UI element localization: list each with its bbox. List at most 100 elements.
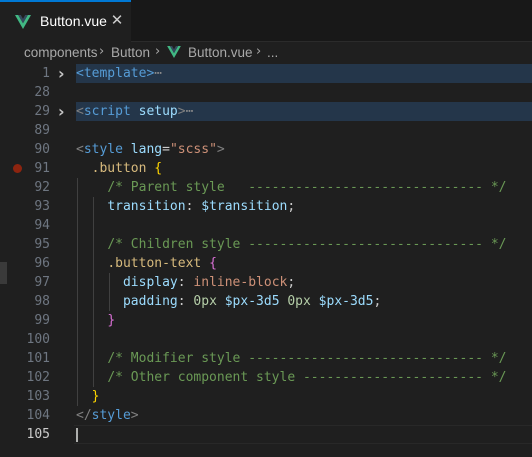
code-token: "scss" (169, 142, 217, 157)
code-token: > (177, 104, 186, 119)
line-number: 102 (26, 370, 50, 385)
code-line[interactable]: 90 <style lang="scss"> (0, 140, 532, 159)
code-token: { (209, 256, 217, 271)
code-text: .button-text { (76, 254, 217, 273)
code-line[interactable]: 105 (0, 425, 532, 444)
line-number: 95 (34, 237, 50, 252)
code-line[interactable]: 1 › <template>⋯ (0, 64, 532, 83)
line-number: 101 (26, 351, 50, 366)
code-line[interactable]: 89 (0, 121, 532, 140)
code-text: <script setup>⋯ (76, 102, 532, 121)
code-text: } (76, 311, 115, 330)
code-line[interactable]: 94 (0, 216, 532, 235)
code-line[interactable]: 91 .button { (0, 159, 532, 178)
code-token: display (122, 275, 178, 290)
line-number: 89 (34, 123, 50, 138)
code-token: } (91, 389, 100, 404)
line-number: 28 (34, 85, 50, 100)
vue-logo-icon (15, 15, 31, 29)
code-text: transition: $transition; (76, 197, 295, 216)
close-icon[interactable]: ✕ (108, 11, 126, 29)
code-line[interactable]: 100 (0, 330, 532, 349)
code-text: } (76, 387, 100, 406)
code-line[interactable]: 98 padding: 0px $px-3d5 0px $px-3d5; (0, 292, 532, 311)
code-token: : (177, 294, 194, 309)
code-line[interactable]: 103 } (0, 387, 532, 406)
code-token: lang (130, 142, 163, 157)
line-number: 103 (26, 389, 50, 404)
code-text: padding: 0px $px-3d5 0px $px-3d5; (76, 292, 381, 311)
code-token: ⋯ (185, 104, 194, 119)
code-token: : (177, 275, 194, 290)
code-line[interactable]: 104 </style> (0, 406, 532, 425)
code-token: < (76, 142, 84, 157)
code-text: display: inline-block; (76, 273, 295, 292)
code-line[interactable]: 96 .button-text { (0, 254, 532, 273)
code-line[interactable]: 28 (0, 83, 532, 102)
code-token: > (216, 142, 225, 157)
code-token: { (154, 161, 163, 176)
code-token: inline-block (193, 275, 288, 290)
code-token: <template> (76, 66, 155, 81)
breadcrumb-item-symbol[interactable]: ... (267, 45, 278, 60)
code-token: ; (287, 275, 296, 290)
tab-button-vue[interactable]: Button.vue ✕ (0, 0, 131, 42)
code-token: $px-3d5 (318, 294, 374, 309)
breadcrumb: components › Button › Button.vue › ... (0, 42, 532, 64)
code-line[interactable]: 95 /* Children style -------------------… (0, 235, 532, 254)
code-line[interactable]: 29 › <script setup>⋯ (0, 102, 532, 121)
code-token: .button-text (107, 256, 202, 271)
code-token: /* Parent style ------------------------… (107, 180, 507, 195)
code-token: style (91, 408, 131, 423)
line-number: 93 (34, 199, 50, 214)
code-token: setup (138, 104, 178, 119)
code-token: script (83, 104, 131, 119)
line-number: 105 (26, 427, 50, 442)
code-text: <style lang="scss"> (76, 140, 225, 159)
code-line[interactable]: 93 transition: $transition; (0, 197, 532, 216)
code-editor[interactable]: 1 › <template>⋯ 28 29 › <script setup>⋯ 89 90 <st… (0, 64, 532, 457)
code-text: </style> (76, 406, 139, 425)
chevron-right-icon: › (155, 44, 161, 59)
code-line[interactable]: 101 /* Modifier style ------------------… (0, 349, 532, 368)
code-token: /* Children style ----------------------… (107, 237, 507, 252)
code-text: /* Other component style ---------------… (76, 368, 506, 387)
current-line-highlight (74, 425, 532, 444)
fold-chevron-icon[interactable]: › (58, 102, 72, 121)
line-number: 98 (34, 294, 50, 309)
fold-chevron-icon[interactable]: › (58, 64, 72, 83)
code-token: 0px (287, 294, 311, 309)
code-text: <template>⋯ (76, 64, 532, 83)
line-number: 91 (34, 161, 50, 176)
code-token: : (185, 199, 202, 214)
tab-title: Button.vue (40, 13, 107, 29)
breadcrumb-item-button[interactable]: Button (111, 45, 150, 60)
code-text: /* Modifier style ----------------------… (76, 349, 506, 368)
line-number: 96 (34, 256, 50, 271)
code-line[interactable]: 97 display: inline-block; (0, 273, 532, 292)
line-number: 92 (34, 180, 50, 195)
chevron-right-icon: › (99, 44, 105, 59)
code-token: } (107, 313, 116, 328)
breadcrumb-item-file[interactable]: Button.vue (188, 45, 253, 60)
code-line[interactable]: 102 /* Other component style -----------… (0, 368, 532, 387)
breadcrumb-item-components[interactable]: components (24, 45, 98, 60)
line-number: 90 (34, 142, 50, 157)
code-line[interactable]: 92 /* Parent style ---------------------… (0, 178, 532, 197)
line-number: 97 (34, 275, 50, 290)
code-token: /* Modifier style ----------------------… (107, 351, 507, 366)
code-line[interactable]: 99 } (0, 311, 532, 330)
line-number: 29 (34, 104, 50, 119)
